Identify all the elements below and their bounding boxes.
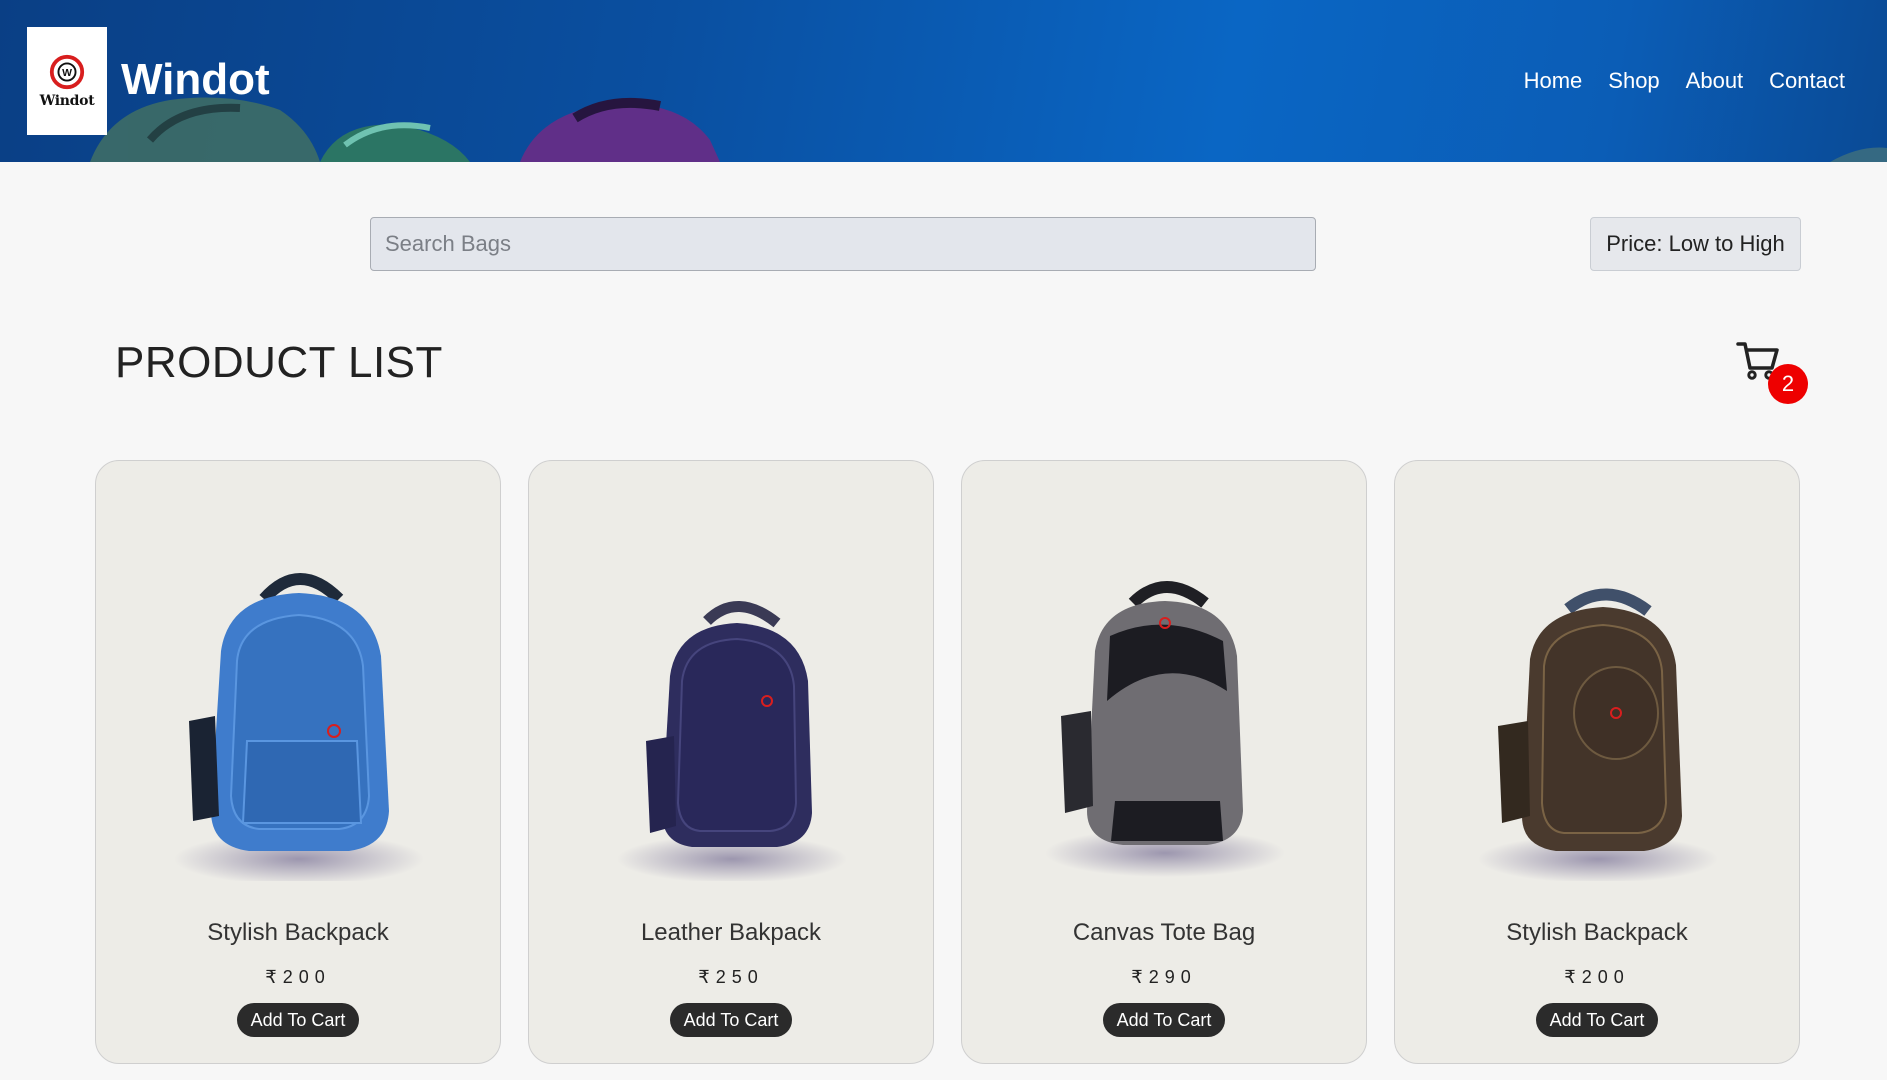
product-price: ₹200	[265, 967, 331, 987]
product-price: ₹200	[1564, 967, 1630, 987]
backpack-image	[1045, 581, 1285, 877]
backpack-image	[174, 573, 424, 881]
nav-about[interactable]: About	[1686, 66, 1744, 96]
product-card[interactable]: Stylish Backpack ₹200 Add To Cart	[1394, 460, 1800, 1064]
add-to-cart-button[interactable]: Add To Cart	[1536, 1003, 1658, 1037]
add-to-cart-button[interactable]: Add To Cart	[1103, 1003, 1225, 1037]
windot-logo-icon: W	[49, 54, 85, 90]
page-title: PRODUCT LIST	[115, 338, 443, 387]
nav-shop[interactable]: Shop	[1608, 66, 1659, 96]
logo-wordmark: Windot	[39, 93, 95, 109]
main-nav: Home Shop About Contact	[1498, 66, 1845, 96]
nav-home[interactable]: Home	[1524, 66, 1583, 96]
cart-count-badge: 2	[1768, 364, 1808, 404]
product-grid: Stylish Backpack ₹200 Add To Cart Leathe…	[95, 460, 1801, 1064]
product-card[interactable]: Leather Bakpack ₹250 Add To Cart	[528, 460, 934, 1064]
search-input[interactable]	[370, 217, 1316, 271]
sort-price-button[interactable]: Price: Low to High	[1590, 217, 1801, 271]
product-name: Canvas Tote Bag	[1072, 919, 1256, 946]
add-to-cart-button[interactable]: Add To Cart	[670, 1003, 792, 1037]
add-to-cart-button[interactable]: Add To Cart	[237, 1003, 359, 1037]
logo[interactable]: W Windot	[27, 27, 107, 135]
site-header: W Windot Windot Home Shop About Contact	[0, 0, 1887, 162]
cart-button[interactable]: 2	[1736, 334, 1808, 408]
backpack-image	[617, 601, 847, 881]
product-card[interactable]: Canvas Tote Bag ₹290 Add To Cart	[961, 460, 1367, 1064]
svg-text:W: W	[62, 68, 72, 79]
product-name: Stylish Backpack	[1506, 919, 1688, 946]
product-name: Leather Bakpack	[640, 919, 822, 946]
product-name: Stylish Backpack	[207, 919, 389, 946]
backpack-image	[1478, 588, 1718, 881]
product-card[interactable]: Stylish Backpack ₹200 Add To Cart	[95, 460, 501, 1064]
product-price: ₹250	[698, 967, 764, 987]
brand-name: Windot	[121, 55, 270, 104]
product-price: ₹290	[1131, 967, 1197, 987]
nav-contact[interactable]: Contact	[1769, 66, 1845, 96]
